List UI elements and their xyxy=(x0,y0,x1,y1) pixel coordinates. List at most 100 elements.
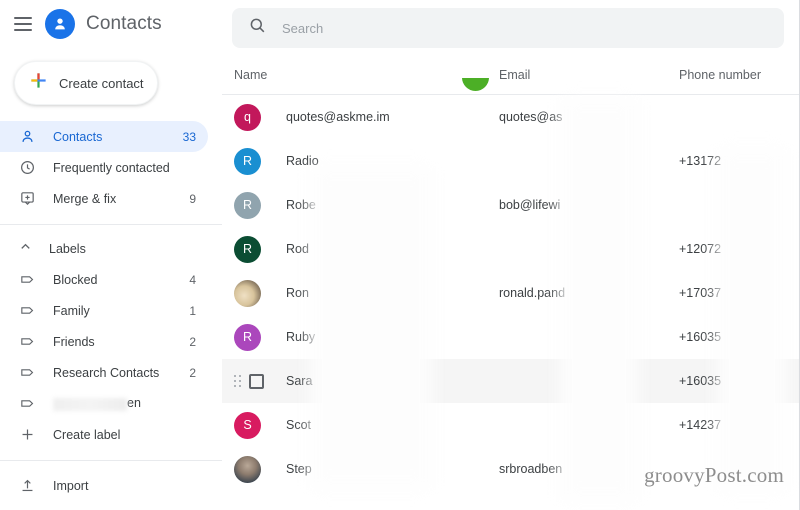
hamburger-menu-icon[interactable] xyxy=(14,17,32,31)
row-checkbox[interactable] xyxy=(249,373,264,389)
partial-avatar-top xyxy=(462,78,489,91)
row-hover-controls xyxy=(234,373,286,389)
cell-phone: +12072 xyxy=(679,242,722,256)
sidebar-section-labels[interactable]: Labels xyxy=(0,234,222,264)
search-icon xyxy=(248,16,267,40)
person-icon xyxy=(45,9,75,39)
cell-name: Scot xyxy=(286,418,312,432)
table-column-headers: Name Email Phone number xyxy=(222,56,799,95)
sidebar-item-blocked[interactable]: Blocked 4 xyxy=(0,264,208,295)
clock-history-icon xyxy=(18,158,37,177)
avatar: q xyxy=(234,103,261,131)
cell-name: Rod xyxy=(286,242,309,256)
create-contact-label: Create contact xyxy=(59,75,144,91)
search-input[interactable] xyxy=(282,20,765,36)
avatar-cell: R xyxy=(234,323,286,351)
sidebar-item-label: Import xyxy=(53,478,89,493)
cell-email: ronald.pand xyxy=(499,286,566,300)
cell-name: Robe xyxy=(286,198,316,212)
table-row[interactable]: q quotes@askme.im quotes@as xyxy=(222,95,799,139)
sidebar-item-label: en xyxy=(53,396,180,411)
sidebar: Contacts Create contact Contacts 33 Freq… xyxy=(0,0,222,510)
avatar: R xyxy=(234,147,261,175)
avatar: R xyxy=(234,191,261,219)
cell-phone: +17037 xyxy=(679,286,722,300)
sidebar-item-label: Merge & fix xyxy=(53,191,117,206)
column-header-phone: Phone number xyxy=(679,68,762,82)
app-header: Contacts xyxy=(0,0,222,48)
sidebar-item-label: Family xyxy=(53,303,90,318)
drag-handle-icon[interactable] xyxy=(234,374,242,388)
sidebar-item-label-visible: en xyxy=(127,396,141,411)
avatar: R xyxy=(234,323,261,351)
sidebar-item-count: 9 xyxy=(189,191,196,206)
sidebar-nav: Contacts 33 Frequently contacted Merge &… xyxy=(0,121,222,510)
sidebar-item-merge-and-fix[interactable]: Merge & fix 9 xyxy=(0,183,208,214)
cell-name: Ron xyxy=(286,286,309,300)
sidebar-item-research-contacts[interactable]: Research Contacts 2 xyxy=(0,357,208,388)
main-content: Name Email Phone number q quotes@askme.im… xyxy=(222,0,799,510)
label-tag-icon xyxy=(18,270,37,289)
sidebar-item-redacted-label[interactable]: en xyxy=(0,388,208,419)
label-tag-icon xyxy=(18,301,37,320)
contacts-app-window: Contacts Create contact Contacts 33 Freq… xyxy=(0,0,800,510)
avatar-cell: R xyxy=(234,147,286,175)
sidebar-item-label: Blocked xyxy=(53,272,98,287)
sidebar-item-frequently-contacted[interactable]: Frequently contacted xyxy=(0,152,208,183)
label-tag-icon xyxy=(18,394,37,413)
avatar-cell: R xyxy=(234,235,286,263)
upload-icon xyxy=(18,476,37,495)
cell-email: srbroadben xyxy=(499,462,563,476)
avatar-photo xyxy=(234,279,261,307)
table-row[interactable]: S Scot +14237 xyxy=(222,403,799,447)
sidebar-item-count: 2 xyxy=(189,334,196,349)
cell-phone: +16035 xyxy=(679,330,722,344)
sidebar-item-label: Frequently contacted xyxy=(53,160,170,175)
column-header-name: Name xyxy=(234,68,268,82)
cell-name: Sara xyxy=(286,374,313,388)
cell-phone: +13172 xyxy=(679,154,722,168)
avatar-cell: S xyxy=(234,411,286,439)
chevron-up-icon xyxy=(18,239,33,259)
avatar: S xyxy=(234,411,261,439)
avatar-cell xyxy=(234,279,286,307)
cell-email: quotes@as xyxy=(499,110,563,124)
contacts-list: q quotes@askme.im quotes@as R Radio +13172 R Ro… xyxy=(222,95,799,491)
avatar-photo xyxy=(234,455,261,483)
create-contact-button[interactable]: Create contact xyxy=(14,61,158,105)
label-tag-icon xyxy=(18,363,37,382)
table-row[interactable]: R Ruby +16035 xyxy=(222,315,799,359)
cell-email: bob@lifewi xyxy=(499,198,561,212)
sidebar-item-friends[interactable]: Friends 2 xyxy=(0,326,208,357)
avatar: R xyxy=(234,235,261,263)
table-row[interactable]: R Robe bob@lifewi xyxy=(222,183,799,227)
column-header-email: Email xyxy=(499,68,531,82)
sidebar-item-create-label[interactable]: Create label xyxy=(0,419,208,450)
sidebar-item-count: 2 xyxy=(189,365,196,380)
sidebar-item-contacts[interactable]: Contacts 33 xyxy=(0,121,208,152)
cell-phone: +16035 xyxy=(679,374,722,388)
sidebar-divider-2 xyxy=(0,460,222,461)
sidebar-item-label: Create label xyxy=(53,427,121,442)
person-outline-icon xyxy=(18,127,37,146)
sidebar-item-label: Research Contacts xyxy=(53,365,160,380)
sidebar-divider xyxy=(0,224,222,225)
avatar-cell: q xyxy=(234,103,286,131)
sidebar-item-count: 4 xyxy=(189,272,196,287)
sidebar-item-count: 33 xyxy=(182,129,196,144)
sidebar-item-export[interactable]: Export xyxy=(0,501,208,510)
table-row[interactable]: R Radio +13172 xyxy=(222,139,799,183)
table-row[interactable]: Step srbroadben xyxy=(222,447,799,491)
table-row[interactable]: R Rod +12072 xyxy=(222,227,799,271)
table-row[interactable]: Ron ronald.pand +17037 xyxy=(222,271,799,315)
table-row[interactable]: Sara +16035 xyxy=(222,359,799,403)
sidebar-section-label: Labels xyxy=(49,242,86,256)
sidebar-item-family[interactable]: Family 1 xyxy=(0,295,208,326)
label-tag-icon xyxy=(18,332,37,351)
page-title: Contacts xyxy=(86,13,162,34)
search-box[interactable] xyxy=(232,8,784,48)
sidebar-item-count: 1 xyxy=(189,303,196,318)
sidebar-item-import[interactable]: Import xyxy=(0,470,208,501)
cell-phone: +14237 xyxy=(679,418,722,432)
cell-name: Step xyxy=(286,462,312,476)
